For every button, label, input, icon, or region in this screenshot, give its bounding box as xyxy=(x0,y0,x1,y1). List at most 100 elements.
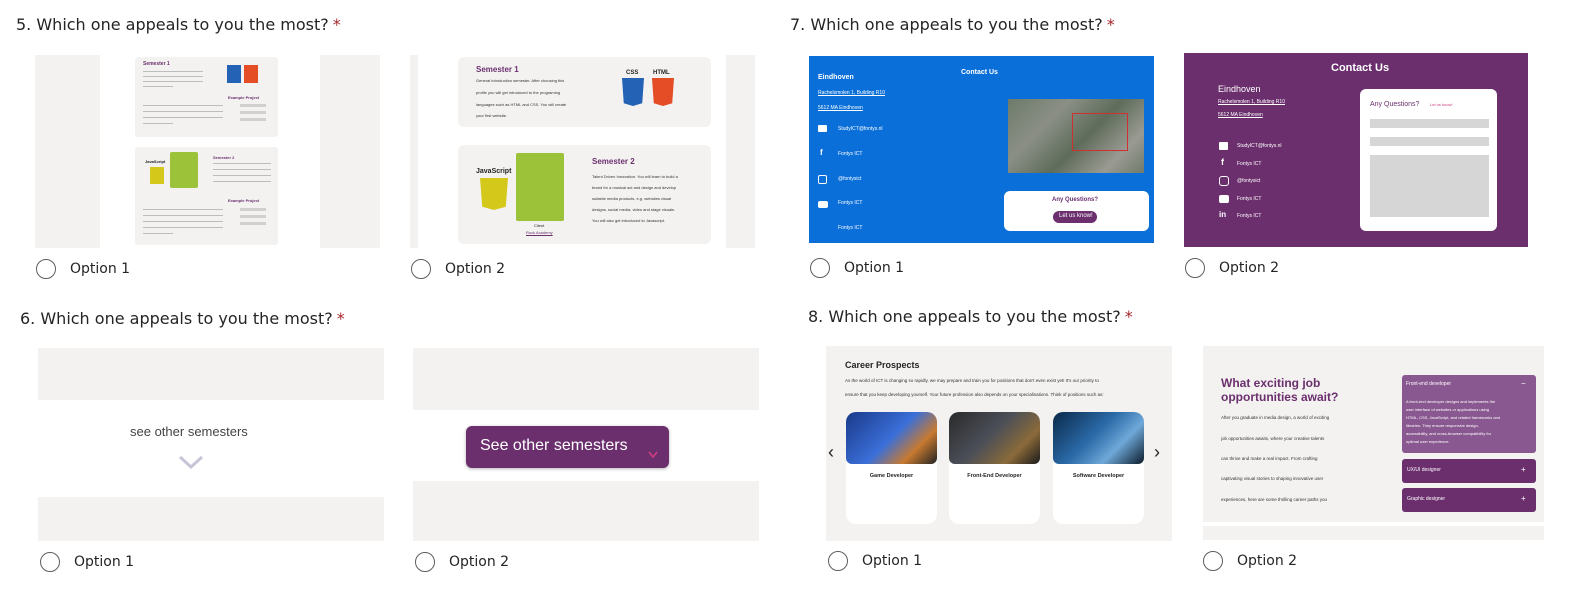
form-input[interactable] xyxy=(1370,119,1489,128)
semester-title: Semester 1 xyxy=(476,65,519,74)
semester-text: designs, social media, video and stage v… xyxy=(592,207,676,212)
option-1-radio[interactable]: Option 1 xyxy=(40,552,134,572)
address-line: Rachelsmolen 1, Building R10 xyxy=(1218,99,1285,105)
radio-button[interactable] xyxy=(828,551,848,571)
linkedin-link[interactable]: Fontys ICT xyxy=(838,225,862,231)
option-2-radio[interactable]: Option 2 xyxy=(411,259,505,279)
expand-icon[interactable]: + xyxy=(1521,465,1526,474)
let-us-know-link[interactable]: Let us know! xyxy=(1430,102,1452,107)
job-text: After you graduate in media design, a wo… xyxy=(1221,415,1330,420)
option-2-radio[interactable]: Option 2 xyxy=(1185,258,1279,278)
youtube-icon[interactable] xyxy=(818,201,828,208)
radio-button[interactable] xyxy=(810,258,830,278)
youtube-link[interactable]: Fontys ICT xyxy=(838,200,862,206)
career-card[interactable]: Game Developer xyxy=(846,412,937,524)
address-line: Rachelsmolen 1, Building R10 xyxy=(818,90,885,96)
career-prospects-title: Career Prospects xyxy=(845,360,920,370)
job-text: job opportunities awaits, where your cre… xyxy=(1221,436,1325,441)
instagram-icon[interactable] xyxy=(1219,176,1229,186)
instagram-link[interactable]: @fontysict xyxy=(1237,178,1260,184)
radio-button[interactable] xyxy=(415,552,435,572)
option-1-image[interactable]: Career Prospects As the world of ICT is … xyxy=(826,346,1172,541)
accordion-item[interactable]: Graphic designer + xyxy=(1402,488,1536,512)
job-title: opportunities await? xyxy=(1221,390,1339,404)
accordion-text: A front-end developer designs and implem… xyxy=(1406,399,1496,404)
accordion-text: accessibility, and cross-browser compati… xyxy=(1406,431,1492,436)
semester-text: languages such as HTML and CSS. You will… xyxy=(476,102,567,107)
semester-text: You will also get introduced to Javascri… xyxy=(592,218,666,223)
facebook-link[interactable]: Fontys ICT xyxy=(838,151,862,157)
question-text: 8. Which one appeals to you the most? xyxy=(808,307,1121,326)
see-other-semesters-button[interactable]: See other semesters xyxy=(466,426,669,468)
linkedin-icon[interactable]: in xyxy=(1219,210,1226,219)
accordion-text: user interface of websites or applicatio… xyxy=(1406,407,1489,412)
career-card[interactable]: Software Developer xyxy=(1053,412,1144,524)
contact-form: Any Questions? Let us know! xyxy=(1360,89,1497,231)
form-textarea[interactable] xyxy=(1370,155,1489,217)
instagram-icon[interactable] xyxy=(818,175,827,184)
question-title: 6. Which one appeals to you the most? * xyxy=(20,309,345,328)
accordion-label: UX/UI designer xyxy=(1407,467,1441,473)
city-label: Eindhoven xyxy=(818,74,854,81)
option-1-radio[interactable]: Option 1 xyxy=(36,259,130,279)
chevron-left-icon[interactable]: ‹ xyxy=(828,442,834,463)
client-image xyxy=(170,152,198,188)
radio-button[interactable] xyxy=(40,552,60,572)
radio-button[interactable] xyxy=(1185,258,1205,278)
option-2-radio[interactable]: Option 2 xyxy=(1203,551,1297,571)
chevron-right-icon[interactable]: › xyxy=(1154,442,1160,463)
collapse-icon[interactable]: − xyxy=(1521,379,1526,388)
see-other-semesters-link[interactable]: see other semesters xyxy=(130,424,248,439)
any-questions-label: Any Questions? xyxy=(1370,101,1420,108)
career-card[interactable]: Front-End Developer xyxy=(949,412,1040,524)
map-image xyxy=(1008,99,1144,173)
radio-button[interactable] xyxy=(36,259,56,279)
client-link[interactable]: Rock Academy xyxy=(526,230,553,235)
facebook-link[interactable]: Fontys ICT xyxy=(1237,161,1261,167)
email-link[interactable]: StudyICT@fontys.nl xyxy=(838,126,883,132)
page-preview: Semester 1 Example Project JavaScript Se… xyxy=(100,55,320,248)
semester-text: profile you will get introduced to the p… xyxy=(476,90,561,95)
email-link[interactable]: StudyICT@fontys.nl xyxy=(1237,143,1282,149)
accordion-item[interactable]: UX/UI designer + xyxy=(1402,459,1536,483)
option-1-radio[interactable]: Option 1 xyxy=(810,258,904,278)
radio-button[interactable] xyxy=(411,259,431,279)
accordion-label: Front-end developer xyxy=(1406,381,1452,387)
card-title: Game Developer xyxy=(869,473,914,479)
youtube-link[interactable]: Fontys ICT xyxy=(1237,196,1261,202)
question-text: 5. Which one appeals to you the most? xyxy=(16,15,329,34)
linkedin-link[interactable]: Fontys ICT xyxy=(1237,213,1261,219)
option-label: Option 1 xyxy=(70,261,131,277)
required-mark: * xyxy=(336,309,345,328)
facebook-icon[interactable]: f xyxy=(820,148,823,157)
accordion-item-open[interactable]: Front-end developer − A front-end develo… xyxy=(1402,375,1536,453)
chevron-down-icon xyxy=(178,454,204,470)
jobs-section: What exciting job opportunities await? A… xyxy=(1203,346,1544,522)
radio-button[interactable] xyxy=(1203,551,1223,571)
card-title: Software Developer xyxy=(1072,473,1125,479)
option-2-image[interactable]: Contact Us Eindhoven Rachelsmolen 1, Bui… xyxy=(1184,53,1528,247)
semester-text: General introduction semester. After cho… xyxy=(476,78,565,83)
expand-icon[interactable]: + xyxy=(1521,494,1526,503)
option-2-radio[interactable]: Option 2 xyxy=(415,552,509,572)
option-1-image[interactable]: Contact Us Eindhoven Rachelsmolen 1, Bui… xyxy=(809,56,1154,243)
facebook-icon[interactable]: f xyxy=(1221,157,1224,167)
career-text: ensure that you keep developing yourself… xyxy=(845,392,1104,397)
front-end-developer-image xyxy=(949,412,1040,464)
let-us-know-button[interactable]: Let us know! xyxy=(1053,211,1097,223)
accordion-text: optimal user experience. xyxy=(1406,439,1450,444)
chevron-down-icon xyxy=(648,444,658,459)
youtube-icon[interactable] xyxy=(1219,195,1229,203)
instagram-link[interactable]: @fontysict xyxy=(838,176,861,182)
option-1-image[interactable]: see other semesters xyxy=(38,348,384,541)
question-text: 6. Which one appeals to you the most? xyxy=(20,309,333,328)
html-icon xyxy=(652,78,674,106)
option-1-radio[interactable]: Option 1 xyxy=(828,551,922,571)
form-input[interactable] xyxy=(1370,137,1489,146)
option-1-image[interactable]: Semester 1 Example Project JavaScript Se… xyxy=(35,55,380,248)
option-2-image[interactable]: Semester 1 General introduction semester… xyxy=(410,55,755,248)
option-2-image[interactable]: See other semesters xyxy=(413,348,759,541)
javascript-icon xyxy=(480,178,508,210)
email-icon xyxy=(818,125,827,132)
option-2-image[interactable]: What exciting job opportunities await? A… xyxy=(1201,346,1546,540)
